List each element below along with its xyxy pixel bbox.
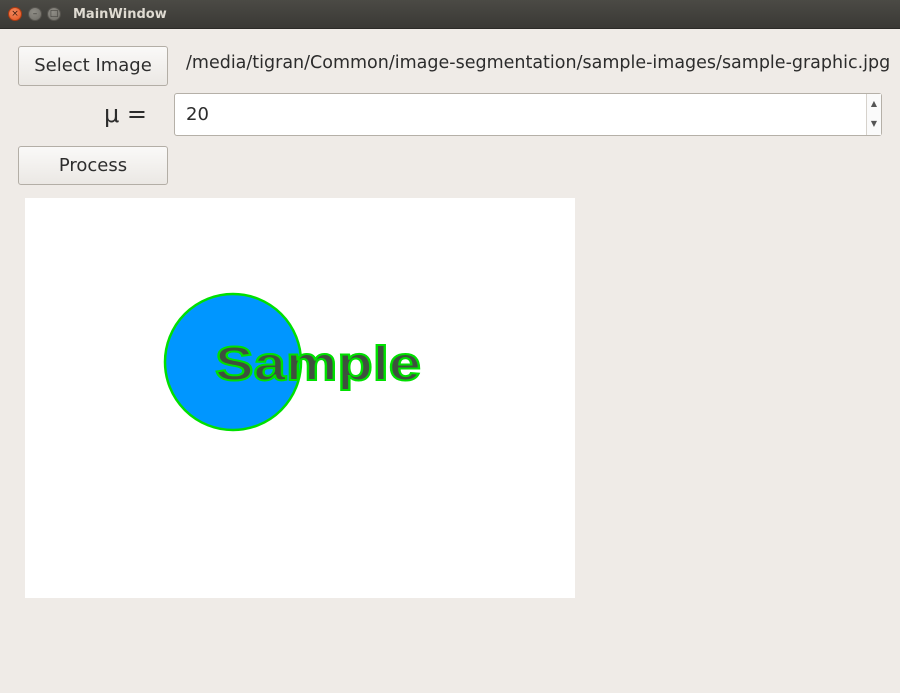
main-window: × – □ MainWindow Select Image /media/tig… [0,0,900,693]
segmented-image: Sample [163,292,422,432]
maximize-window-button[interactable]: □ [47,7,61,21]
close-icon: × [11,9,19,19]
process-button[interactable]: Process [18,146,168,185]
spin-buttons: ▲ ▼ [866,94,881,135]
spin-down-icon[interactable]: ▼ [867,114,881,134]
image-preview: Sample [25,198,575,598]
spin-up-icon[interactable]: ▲ [867,94,881,114]
mu-value[interactable]: 20 [186,94,209,135]
mu-spinbox[interactable]: 20 ▲ ▼ [174,93,882,136]
window-title: MainWindow [73,7,167,22]
select-image-button[interactable]: Select Image [18,46,168,86]
minimize-icon: – [32,9,38,19]
sample-text: Sample [215,338,421,391]
minimize-window-button[interactable]: – [28,7,42,21]
mu-label: μ = [104,100,148,128]
maximize-icon: □ [49,9,59,19]
close-window-button[interactable]: × [8,7,22,21]
file-path-label: /media/tigran/Common/image-segmentation/… [186,53,891,73]
title-bar: × – □ MainWindow [0,0,900,29]
